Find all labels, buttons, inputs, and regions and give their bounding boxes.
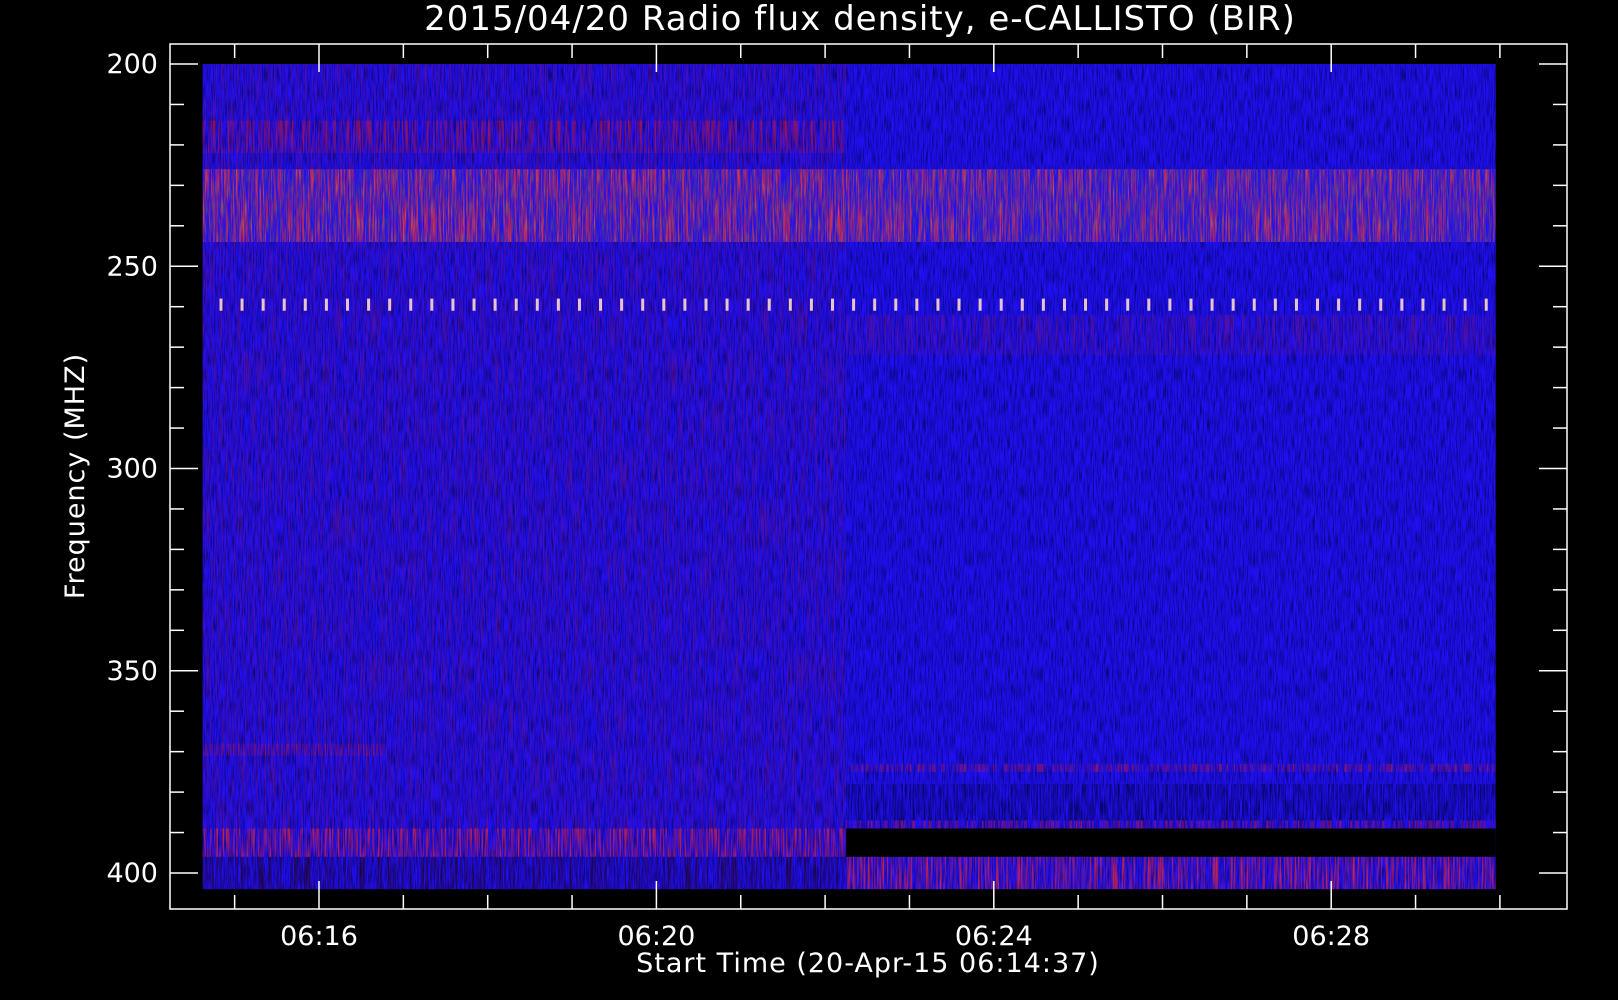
dotted-line-segment [1463, 298, 1467, 311]
dotted-line-segment [1273, 298, 1277, 311]
data-gap-band [846, 828, 1496, 857]
dotted-line-segment [725, 298, 729, 311]
dotted-line-segment [1105, 298, 1109, 311]
dotted-line-segment [599, 298, 603, 311]
dotted-line-segment [788, 298, 792, 311]
dotted-line-segment [345, 298, 349, 311]
dotted-line-segment [261, 298, 265, 311]
emission-band [846, 784, 1496, 821]
dotted-line-segment [303, 298, 307, 311]
dotted-line-segment [1020, 298, 1024, 311]
dotted-line-segment [1421, 298, 1425, 311]
dotted-line-segment [430, 298, 434, 311]
dotted-line-segment [1126, 298, 1130, 311]
dotted-line-segment [1337, 298, 1341, 311]
dotted-line-segment [1442, 298, 1446, 311]
dotted-line-segment [556, 298, 560, 311]
dotted-line-segment [1084, 298, 1088, 311]
dotted-line-segment [472, 298, 476, 311]
dotted-line-segment [1316, 298, 1320, 311]
dotted-line-segment [282, 298, 286, 311]
emission-band [202, 856, 847, 890]
dotted-line-segment [1252, 298, 1256, 311]
emission-band [846, 856, 1496, 890]
dotted-line-segment [1189, 298, 1193, 311]
y-tick-label: 400 [106, 858, 158, 889]
dotted-line-segment [936, 298, 940, 311]
dotted-line-segment [535, 298, 539, 311]
y-axis-label: Frequency (MHZ) [60, 353, 91, 599]
x-axis-label: Start Time (20-Apr-15 06:14:37) [636, 948, 1100, 979]
dotted-line-segment [219, 298, 223, 311]
spectrogram-chart: 2015/04/20 Radio flux density, e-CALLIST… [60, 0, 1568, 979]
dotted-line-segment [1294, 298, 1298, 311]
dotted-line-segment [873, 298, 877, 311]
dotted-line-segment [978, 298, 982, 311]
dotted-line-segment [1062, 298, 1066, 311]
dotted-line-segment [746, 298, 750, 311]
dotted-line-segment [683, 298, 687, 311]
dotted-line-segment [957, 298, 961, 311]
emission-band [202, 743, 387, 756]
dotted-line-segment [493, 298, 497, 311]
dotted-line-segment [1400, 298, 1404, 311]
dotted-line-segment [324, 298, 328, 311]
dotted-line-segment [704, 298, 708, 311]
chart-title: 2015/04/20 Radio flux density, e-CALLIST… [424, 0, 1296, 39]
dotted-line-segment [1484, 298, 1488, 311]
dotted-line-segment [1231, 298, 1235, 311]
dotted-line-segment [831, 298, 835, 311]
dotted-line-segment [915, 298, 919, 311]
dotted-line-segment [641, 298, 645, 311]
emission-band [846, 763, 1496, 772]
y-tick-label: 350 [106, 656, 158, 687]
y-tick-label: 250 [106, 251, 158, 282]
dotted-line-segment [852, 298, 856, 311]
dotted-line-segment [367, 298, 371, 311]
y-tick-label: 200 [106, 49, 158, 80]
x-tick-label: 06:28 [1292, 921, 1370, 952]
dotted-line-segment [409, 298, 413, 311]
dotted-line-segment [809, 298, 813, 311]
emission-band [202, 828, 847, 857]
dotted-line-segment [620, 298, 624, 311]
y-tick-label: 300 [106, 454, 158, 485]
dotted-line-segment [894, 298, 898, 311]
dotted-line-segment [1379, 298, 1383, 311]
dotted-line-segment [388, 298, 392, 311]
emission-band [846, 820, 1496, 829]
emission-band [846, 314, 1496, 356]
dotted-line-segment [767, 298, 771, 311]
dotted-line-segment [1210, 298, 1214, 311]
dotted-line-segment [999, 298, 1003, 311]
dotted-line-segment [514, 298, 518, 311]
emission-band [202, 120, 847, 153]
dotted-line-segment [577, 298, 581, 311]
emission-band-highlight [202, 169, 1496, 242]
dotted-line-segment [451, 298, 455, 311]
dotted-line-segment [662, 298, 666, 311]
dotted-line-segment [240, 298, 244, 311]
x-tick-label: 06:16 [280, 921, 358, 952]
dotted-line-segment [1147, 298, 1151, 311]
dotted-line-segment [1358, 298, 1362, 311]
spectrogram-plot-area [202, 64, 1496, 890]
dotted-line-segment [1168, 298, 1172, 311]
dotted-line-segment [1041, 298, 1045, 311]
